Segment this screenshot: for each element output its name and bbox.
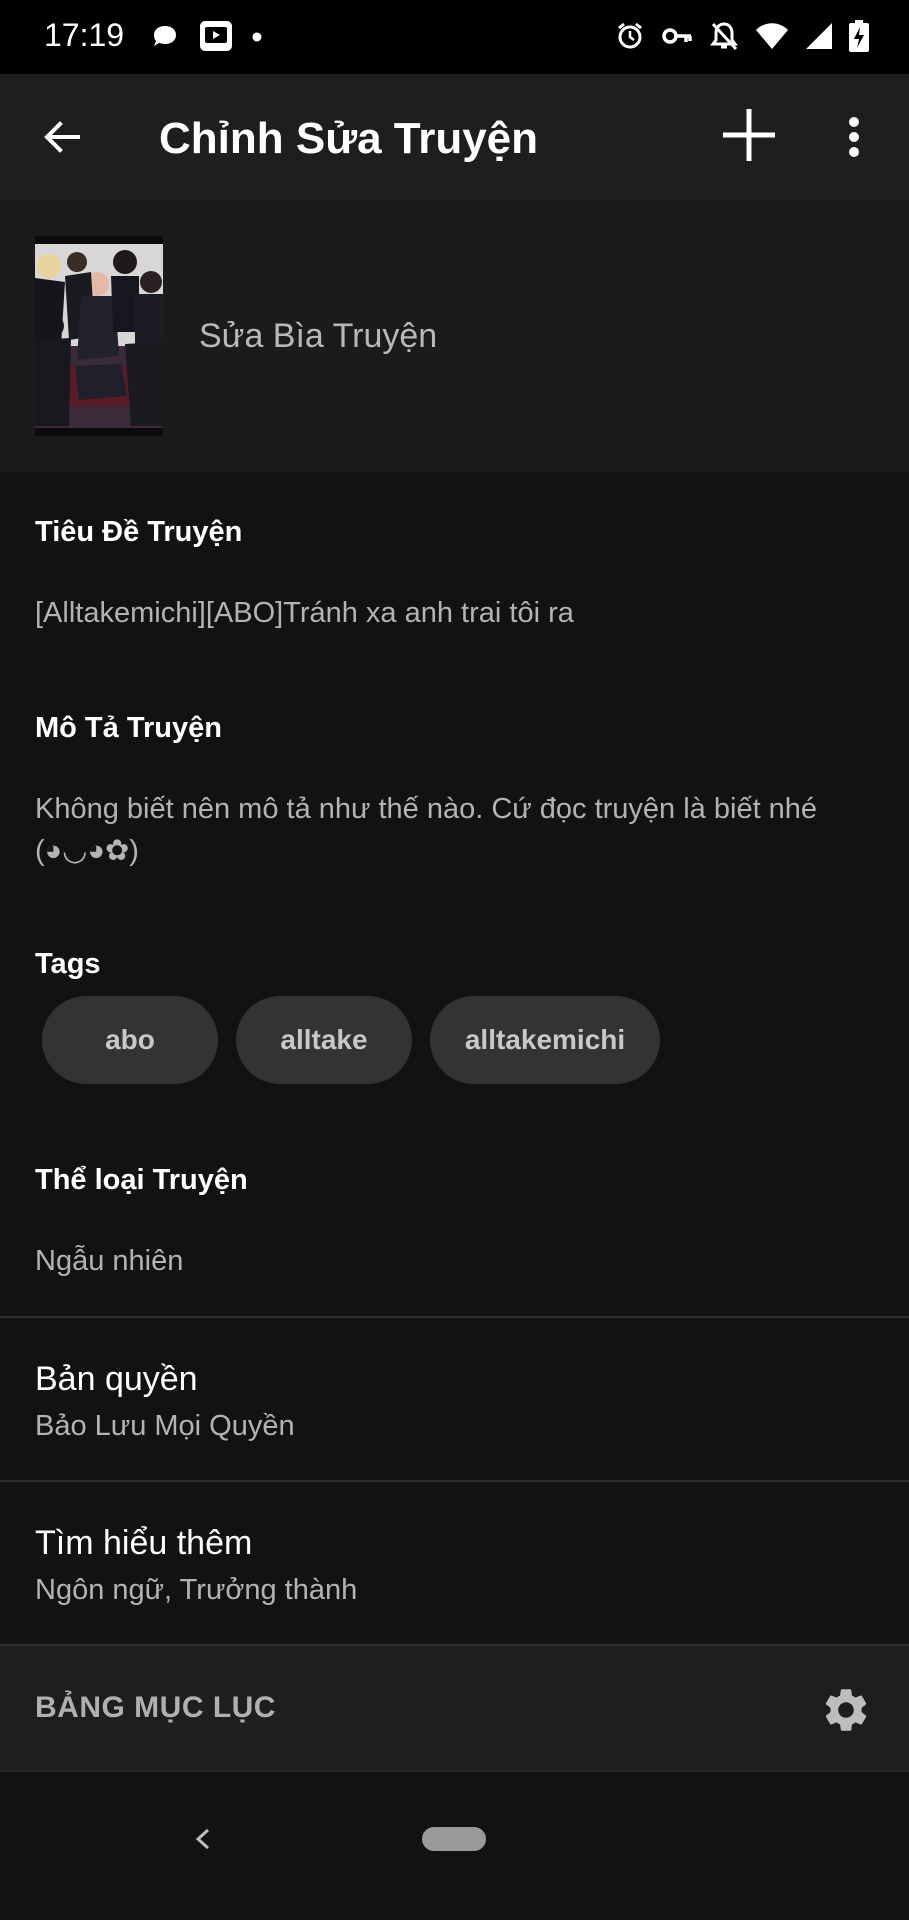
table-of-contents-header: BẢNG MỤC LỤC: [0, 1646, 909, 1772]
cover-image: [35, 236, 163, 436]
tag-chip[interactable]: abo: [42, 996, 218, 1084]
status-bar: 17:19: [0, 0, 909, 74]
story-category-label: Thể loại Truyện: [35, 1164, 248, 1196]
back-arrow-icon: [44, 121, 80, 153]
story-description-field[interactable]: Không biết nên mô tả như thế nào. Cứ đọc…: [35, 788, 875, 872]
edit-cover-row[interactable]: Sửa Bìa Truyện: [0, 200, 909, 472]
table-of-contents-title: BẢNG MỤC LỤC: [35, 1691, 276, 1724]
tag-chip[interactable]: alltakemichi: [430, 996, 660, 1084]
home-pill-icon[interactable]: [422, 1827, 486, 1851]
vpn-key-icon: [661, 21, 693, 56]
story-title-label: Tiêu Đề Truyện: [35, 516, 243, 548]
tags-label: Tags: [35, 948, 101, 980]
notifications-off-icon: [709, 20, 739, 57]
story-category-field[interactable]: Ngẫu nhiên: [35, 1240, 875, 1282]
copyright-title: Bản quyền: [35, 1360, 198, 1398]
dot-icon: [252, 29, 262, 47]
system-nav-bar: [0, 1772, 909, 1920]
learn-more-row[interactable]: Tìm hiểu thêm Ngôn ngữ, Trưởng thành: [0, 1482, 909, 1644]
signal-icon: [805, 22, 833, 55]
toc-settings-button[interactable]: [820, 1684, 872, 1736]
battery-charging-icon: [849, 19, 869, 57]
learn-more-title: Tìm hiểu thêm: [35, 1524, 253, 1562]
copyright-value: Bảo Lưu Mọi Quyền: [35, 1410, 295, 1442]
learn-more-value: Ngôn ngữ, Trưởng thành: [35, 1574, 358, 1606]
more-options-button[interactable]: [830, 103, 878, 171]
tag-chip[interactable]: alltake: [236, 996, 412, 1084]
status-time: 17:19: [44, 17, 125, 53]
story-description-line-1: Không biết nên mô tả như thế nào. Cứ đọc…: [35, 793, 818, 825]
tags-list: abo alltake alltakemichi: [42, 996, 660, 1084]
story-description-label: Mô Tả Truyện: [35, 712, 222, 744]
status-system-icons: [615, 19, 869, 57]
app-bar: Chỉnh Sửa Truyện: [0, 74, 909, 200]
gear-icon: [825, 1689, 867, 1731]
nav-back-button[interactable]: [188, 1814, 218, 1864]
chat-bubble-icon: [150, 21, 180, 56]
status-notification-icons: [150, 20, 262, 56]
video-app-icon: [198, 19, 234, 58]
copyright-row[interactable]: Bản quyền Bảo Lưu Mọi Quyền: [0, 1318, 909, 1480]
add-button[interactable]: [713, 99, 785, 171]
story-description-line-2: (◕◡◕✿): [35, 835, 139, 867]
alarm-icon: [615, 21, 645, 56]
back-button[interactable]: [28, 103, 96, 171]
wifi-icon: [755, 22, 789, 55]
edit-cover-label: Sửa Bìa Truyện: [199, 317, 438, 355]
nav-back-icon: [195, 1828, 210, 1850]
story-title-field[interactable]: [Alltakemichi][ABO]Tránh xa anh trai tôi…: [35, 592, 875, 634]
plus-icon: [723, 109, 775, 161]
page-title: Chỉnh Sửa Truyện: [159, 114, 539, 163]
more-vertical-icon: [849, 117, 859, 157]
